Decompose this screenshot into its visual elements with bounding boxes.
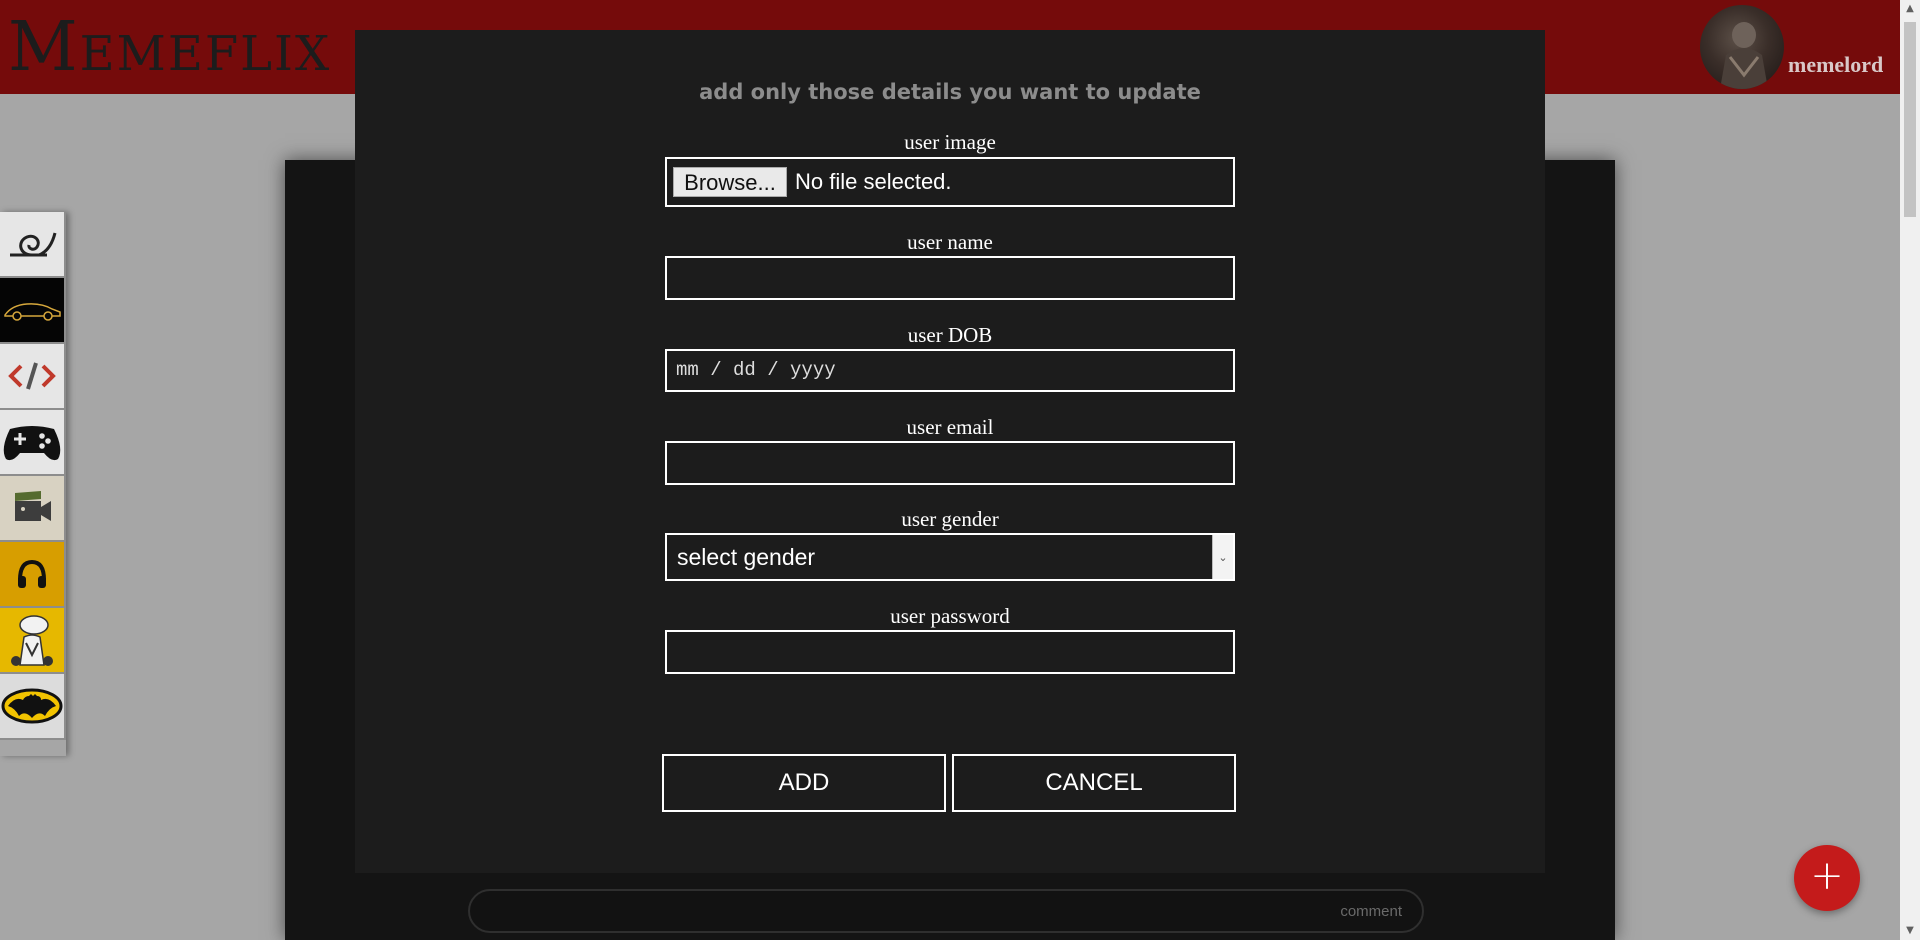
user-email-label: user email	[906, 415, 994, 439]
sidebar-item-gaming[interactable]	[0, 410, 66, 476]
gamepad-icon	[3, 426, 61, 461]
sidebar-item-music[interactable]	[0, 542, 66, 608]
user-image-label: user image	[904, 130, 996, 154]
comment-input[interactable]: comment	[468, 889, 1424, 933]
browse-button[interactable]: Browse...	[673, 167, 787, 197]
user-dob-date-input[interactable]: mm / dd / yyyy	[665, 349, 1235, 392]
user-image-file-input[interactable]: Browse... No file selected.	[665, 157, 1235, 207]
gender-selected-value: select gender	[677, 544, 816, 570]
sidebar-item-cartoons[interactable]	[0, 608, 66, 674]
add-button[interactable]: ADD	[662, 754, 946, 812]
user-password-label: user password	[890, 604, 1010, 628]
comment-placeholder: comment	[1340, 903, 1402, 920]
scroll-up-icon[interactable]: ▲	[1900, 0, 1920, 18]
user-email-input[interactable]	[665, 441, 1235, 485]
user-name-label: user name	[907, 230, 993, 254]
leaf-village-swirl-icon	[10, 232, 57, 257]
batman-logo-icon	[1, 688, 63, 724]
user-name-input[interactable]	[665, 256, 1235, 300]
chevron-down-icon[interactable]: ⌄	[1212, 535, 1233, 579]
category-sidebar	[0, 212, 66, 756]
code-brackets-icon	[8, 362, 56, 390]
user-gender-select[interactable]: select gender ⌄	[665, 533, 1235, 581]
sidebar-item-cars[interactable]	[0, 278, 66, 344]
user-password-input[interactable]	[665, 630, 1235, 674]
sidebar-item-coding[interactable]	[0, 344, 66, 410]
add-meme-fab-button[interactable]: +	[1794, 845, 1860, 911]
date-placeholder: mm / dd / yyyy	[676, 359, 836, 381]
user-dob-label: user DOB	[907, 323, 993, 347]
headphones-icon	[18, 559, 46, 588]
movie-camera-icon	[15, 491, 51, 521]
sidebar-item-naruto[interactable]	[0, 212, 66, 278]
file-status-text: No file selected.	[795, 169, 952, 194]
user-gender-label: user gender	[901, 507, 999, 531]
page-scrollbar[interactable]: ▲ ▼	[1900, 0, 1920, 940]
scroll-down-icon[interactable]: ▼	[1900, 922, 1920, 940]
cartoon-character-icon	[11, 615, 53, 666]
update-user-modal: add only those details you want to updat…	[355, 30, 1545, 873]
scroll-thumb[interactable]	[1904, 22, 1916, 217]
modal-title: add only those details you want to updat…	[699, 80, 1201, 104]
sidebar-item-superheroes[interactable]	[0, 674, 66, 740]
app-logo[interactable]: Memeflix	[8, 14, 331, 82]
cancel-button[interactable]: CANCEL	[952, 754, 1236, 812]
sidebar-item-movies[interactable]	[0, 476, 66, 542]
sports-car-icon	[4, 303, 61, 321]
avatar-image	[1720, 22, 1768, 89]
username-label[interactable]: memelord	[1788, 52, 1883, 78]
user-avatar[interactable]	[1700, 5, 1784, 89]
